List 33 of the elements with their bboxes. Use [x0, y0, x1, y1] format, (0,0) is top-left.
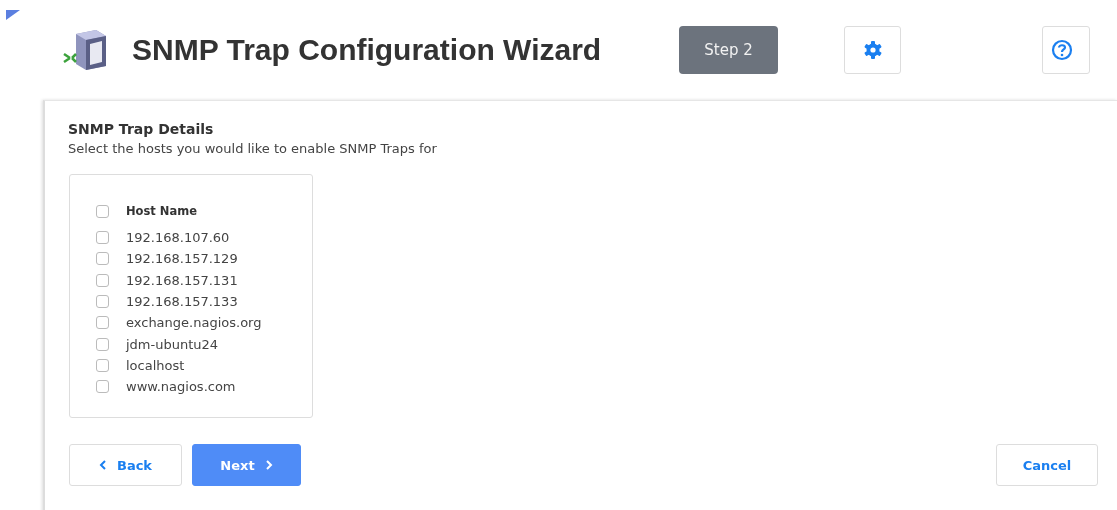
host-name: 192.168.107.60	[126, 230, 230, 246]
next-button[interactable]: Next	[192, 444, 301, 486]
host-checkbox[interactable]	[96, 273, 109, 287]
host-checkbox[interactable]	[96, 358, 109, 372]
page-title: SNMP Trap Configuration Wizard	[132, 33, 603, 67]
step-badge: Step 2	[679, 26, 778, 74]
host-checkbox[interactable]	[96, 252, 109, 266]
settings-button[interactable]	[844, 26, 901, 74]
host-name: 192.168.157.133	[126, 294, 238, 310]
settings-icon	[862, 40, 883, 60]
host-name: 192.168.157.131	[126, 272, 238, 288]
host-name: 192.168.157.129	[126, 251, 238, 267]
back-button[interactable]: Back	[69, 444, 182, 486]
host-checkbox[interactable]	[96, 337, 109, 351]
host-name: jdm-ubuntu24	[126, 336, 219, 352]
select-all-checkbox[interactable]	[96, 204, 109, 218]
host-checkbox[interactable]	[96, 231, 109, 245]
host-name: exchange.nagios.org	[126, 315, 262, 331]
host-name: localhost	[126, 357, 185, 373]
server-icon	[62, 28, 108, 72]
help-button[interactable]	[1042, 26, 1090, 74]
host-name: www.nagios.com	[126, 379, 236, 395]
host-checkbox[interactable]	[96, 380, 109, 394]
corner-flag-icon	[6, 10, 20, 20]
section-description: Select the hosts you would like to enable SNMP Traps for	[68, 141, 438, 156]
help-icon	[1051, 39, 1073, 61]
column-header: Host Name	[126, 204, 198, 218]
host-checkbox[interactable]	[96, 295, 109, 309]
section-title: SNMP Trap Details	[68, 121, 215, 137]
host-checkbox[interactable]	[96, 316, 109, 330]
chevron-left-icon	[98, 460, 107, 470]
chevron-right-icon	[264, 460, 273, 470]
cancel-button[interactable]: Cancel	[996, 444, 1098, 486]
